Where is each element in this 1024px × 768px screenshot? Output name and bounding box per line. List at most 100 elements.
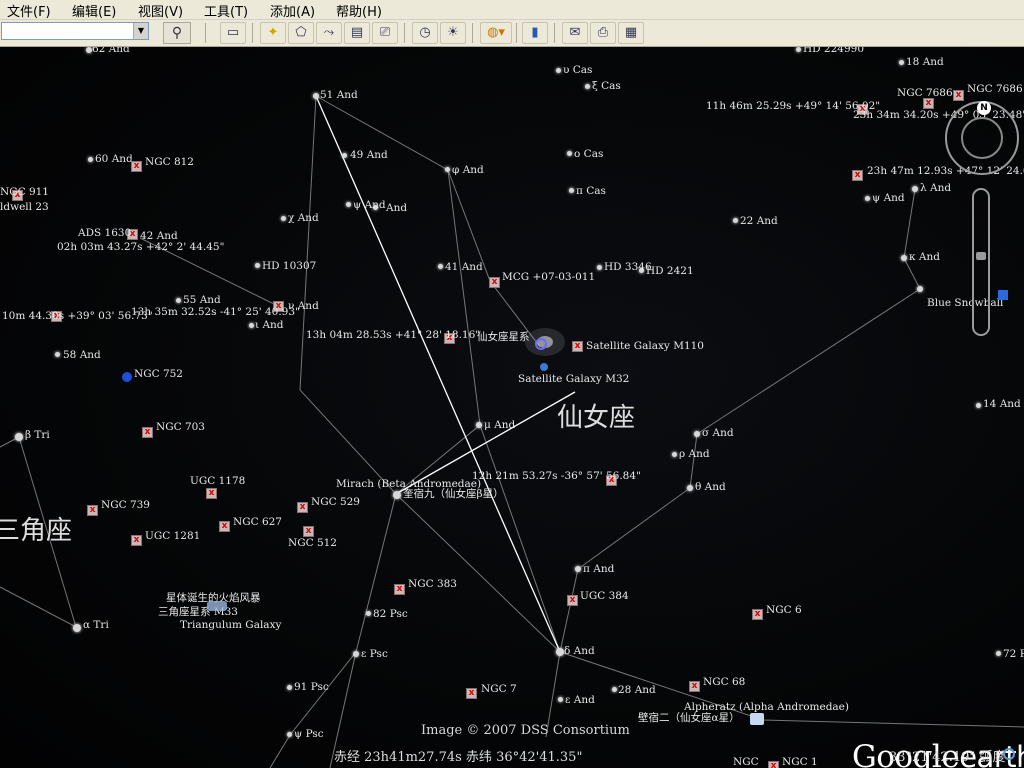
placemark-ugc-1281[interactable]: x (131, 535, 142, 546)
label-ngc-703[interactable]: NGC 703 (156, 421, 205, 433)
star[interactable] (281, 216, 286, 221)
label-ngc-512[interactable]: NGC 512 (288, 537, 337, 549)
label-upsilon-cas[interactable]: υ Cas (563, 64, 592, 76)
label-ngc-739[interactable]: NGC 739 (101, 499, 150, 511)
label-62-and[interactable]: 62 And (92, 47, 130, 55)
star[interactable] (366, 611, 371, 616)
label-ngc-7686[interactable]: NGC 7686 (897, 87, 953, 99)
label-triangulum-galaxy[interactable]: Triangulum Galaxy (180, 619, 281, 631)
label-omicron-cas[interactable]: o Cas (574, 148, 603, 160)
sunlight-button[interactable]: ☀ (440, 22, 466, 44)
m33-thumbnail[interactable] (207, 601, 227, 611)
north-button[interactable]: N (977, 101, 991, 115)
label-hd-224990[interactable]: HD 224990 (803, 47, 864, 55)
add-path-button[interactable]: ⤳ (316, 22, 342, 44)
label-alpheratz-cn[interactable]: 壁宿二（仙女座α星） (638, 712, 740, 724)
star[interactable] (672, 452, 677, 457)
planets-button[interactable]: ◍▾ (480, 22, 512, 44)
label-58-and[interactable]: 58 And (63, 349, 101, 361)
placemark-ngc-529[interactable]: x (297, 502, 308, 513)
star[interactable] (976, 403, 981, 408)
star[interactable] (569, 188, 574, 193)
label-ngc-911[interactable]: NGC 911 (0, 186, 49, 198)
star[interactable] (567, 151, 572, 156)
placemark-coord-23h47[interactable]: x (852, 170, 863, 181)
placemark-ngc-7[interactable]: x (466, 688, 477, 699)
star[interactable] (556, 68, 561, 73)
placemark-ngc-812[interactable]: x (131, 161, 142, 172)
star[interactable] (917, 286, 923, 292)
label-ugc-384[interactable]: UGC 384 (580, 590, 629, 602)
add-polygon-button[interactable]: ⬠ (288, 22, 314, 44)
star[interactable] (176, 298, 181, 303)
label-chi-and[interactable]: χ And (288, 212, 319, 224)
alpheratz-thumbnail[interactable] (750, 713, 764, 725)
star[interactable] (353, 651, 359, 657)
star[interactable] (687, 485, 693, 491)
menu-edit[interactable]: 编辑(E) (72, 1, 116, 20)
label-72-peg[interactable]: 72 Peg (1003, 648, 1024, 660)
label-lambda-and[interactable]: λ And (920, 182, 951, 194)
label-andromeda-galaxy[interactable]: 仙女座星系 (477, 331, 530, 343)
star[interactable] (899, 60, 904, 65)
placemark-ngc-627[interactable]: x (219, 521, 230, 532)
placemark-ngc-7686-b[interactable]: x (953, 90, 964, 101)
label-sigma-and[interactable]: σ And (702, 427, 734, 439)
label-41-and[interactable]: 41 And (445, 261, 483, 273)
label-14-and[interactable]: 14 And (983, 398, 1021, 410)
placemark-ugc-1178[interactable]: x (206, 488, 217, 499)
label-m32[interactable]: Satellite Galaxy M32 (518, 373, 629, 385)
label-epsilon-psc[interactable]: ε Psc (361, 648, 388, 660)
label-ngc-bottom[interactable]: NGC (733, 756, 759, 768)
label-60-and[interactable]: 60 And (95, 153, 133, 165)
zoom-slider[interactable] (972, 188, 990, 336)
label-ugc-1178[interactable]: UGC 1178 (190, 475, 245, 487)
search-input[interactable]: ▼ (1, 22, 149, 40)
record-tour-button[interactable]: ⎚ (372, 22, 398, 44)
label-kappa-and[interactable]: κ And (909, 251, 940, 263)
label-rho-and[interactable]: ρ And (679, 448, 710, 460)
label-xi-cas[interactable]: ξ Cas (592, 80, 621, 92)
label-ngc-383[interactable]: NGC 383 (408, 578, 457, 590)
search-dropdown-icon[interactable]: ▼ (133, 23, 148, 39)
star[interactable] (438, 264, 443, 269)
label-hd-10307[interactable]: HD 10307 (262, 260, 316, 272)
sky-viewport[interactable]: 62 And 51 And 49 And φ And υ Cas ξ Cas o… (0, 47, 1024, 768)
add-placemark-button[interactable]: ✦ (260, 22, 286, 44)
label-mirach-cn[interactable]: 奎宿九（仙女座β星） (403, 488, 504, 500)
star[interactable] (575, 566, 581, 572)
star[interactable] (865, 196, 870, 201)
label-ngc-627[interactable]: NGC 627 (233, 516, 282, 528)
label-m110[interactable]: Satellite Galaxy M110 (586, 340, 704, 352)
label-ngc-7[interactable]: NGC 7 (481, 683, 517, 695)
label-22-and[interactable]: 22 And (740, 215, 778, 227)
star[interactable] (313, 93, 319, 99)
label-55-and[interactable]: 55 And (183, 294, 221, 306)
placemark-ngc-703[interactable]: x (142, 427, 153, 438)
label-mu-and[interactable]: μ And (484, 419, 515, 431)
label-hd-2421[interactable]: HD 2421 (646, 265, 694, 277)
label-91-psc[interactable]: 91 Psc (294, 681, 329, 693)
star[interactable] (55, 352, 60, 357)
label-theta-and[interactable]: θ And (695, 481, 726, 493)
placemark-mcg[interactable]: x (489, 277, 500, 288)
label-28-and[interactable]: 28 And (618, 684, 656, 696)
star[interactable] (585, 84, 590, 89)
star[interactable] (287, 685, 292, 690)
label-ngc-68[interactable]: NGC 68 (703, 676, 745, 688)
look-joystick[interactable] (961, 117, 1003, 159)
label-82-psc[interactable]: 82 Psc (373, 608, 408, 620)
label-coord-ads[interactable]: 02h 03m 43.27s +42° 2' 44.45" (57, 241, 224, 253)
placemark-ngc-512[interactable]: x (303, 526, 314, 537)
blue-snowball-thumbnail[interactable] (998, 290, 1008, 300)
star[interactable] (445, 167, 450, 172)
star[interactable] (796, 47, 801, 52)
label-psi-and[interactable]: ψ And (353, 199, 386, 211)
menu-tools[interactable]: 工具(T) (204, 1, 248, 20)
label-iota-and[interactable]: ι And (255, 319, 284, 331)
label-ads-1630[interactable]: ADS 1630 (78, 227, 131, 239)
star[interactable] (912, 186, 918, 192)
label-psi-psc[interactable]: ψ Psc (294, 728, 324, 740)
label-coord-13h04[interactable]: 13h 04m 28.53s +41° 28' 18.16" (306, 329, 480, 341)
label-ngc-6[interactable]: NGC 6 (766, 604, 802, 616)
